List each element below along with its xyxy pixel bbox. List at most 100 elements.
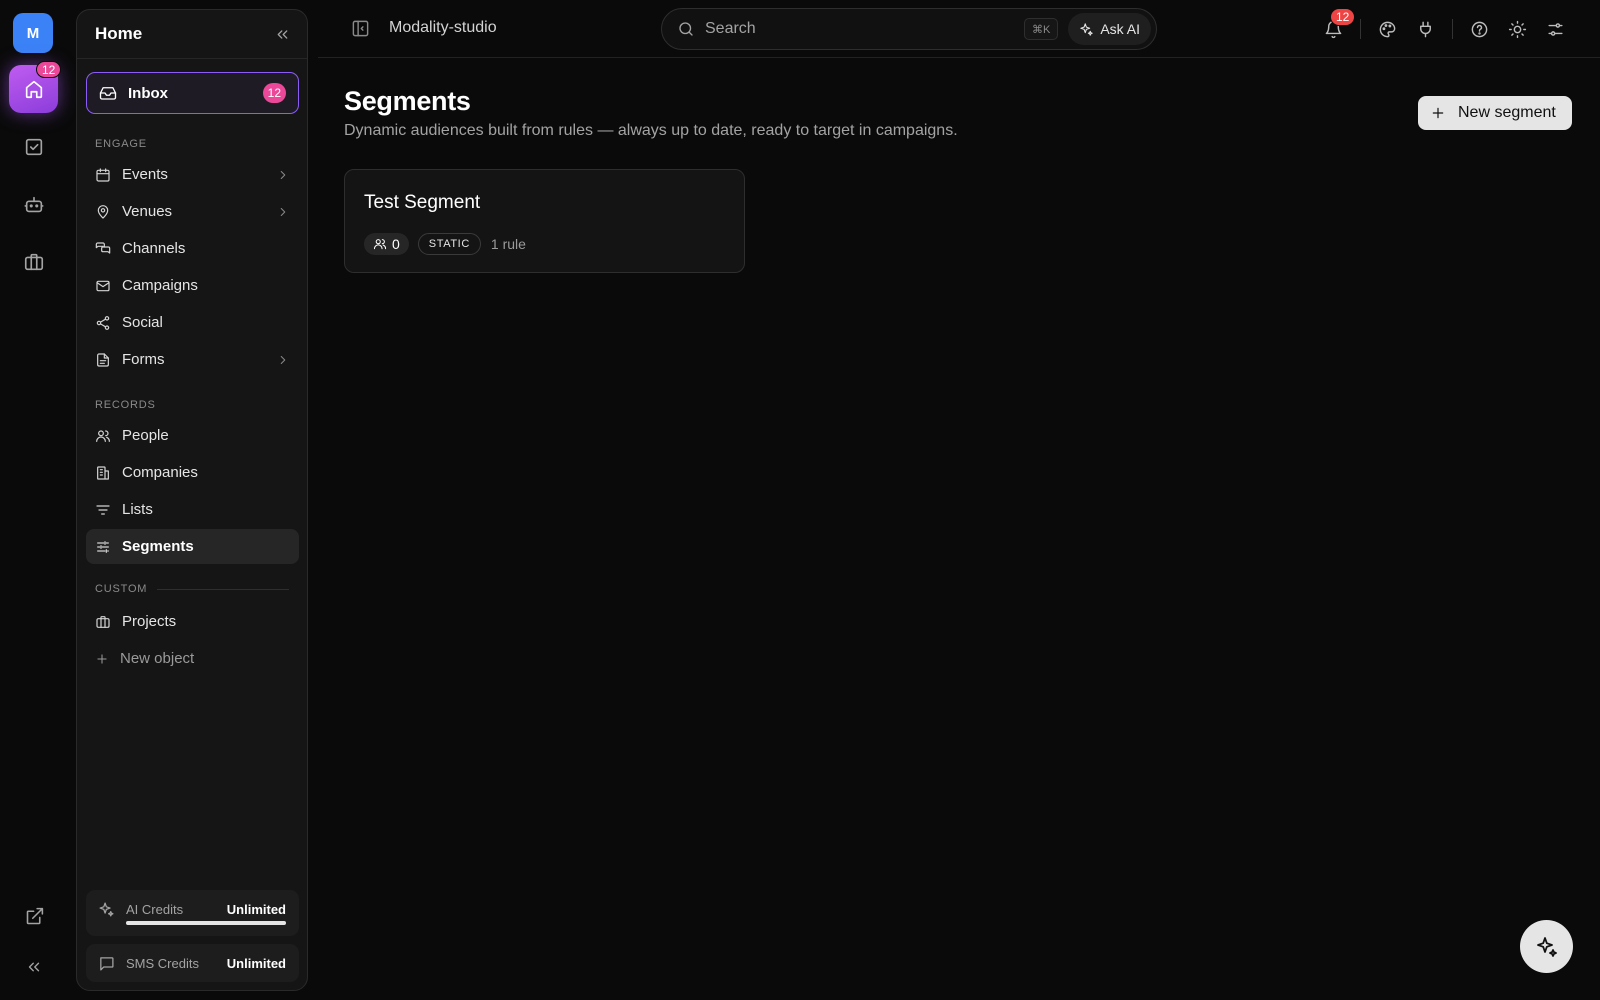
app-rail: M 12 — [0, 0, 68, 1000]
sms-credits-row: SMS Credits Unlimited — [98, 944, 286, 982]
map-pin-icon — [97, 204, 109, 219]
search-icon — [679, 22, 693, 36]
rail-home-badge: 12 — [36, 61, 62, 78]
member-count-badge: 0 — [364, 233, 409, 255]
ai-credits-value: Unlimited — [226, 901, 286, 917]
rail-bot-button[interactable] — [19, 190, 49, 220]
sliders-icon — [97, 540, 109, 553]
sidebar-item-lists[interactable]: Lists — [86, 492, 299, 527]
theme-toggle-button[interactable] — [1506, 18, 1528, 40]
segment-name: Test Segment — [364, 192, 481, 213]
sliders-icon — [1547, 22, 1563, 36]
chevron-right-icon — [280, 170, 286, 179]
ai-credits-panel: AI Credits Unlimited — [86, 890, 299, 936]
section-label-custom: CUSTOM — [95, 583, 148, 595]
divider — [1360, 19, 1361, 39]
integrations-button[interactable] — [1414, 18, 1436, 40]
sidebar-item-campaigns[interactable]: Campaigns — [86, 268, 299, 303]
member-count: 0 — [392, 236, 400, 252]
chevron-right-icon — [280, 355, 286, 364]
top-bar: Modality-studio Search ⌘K Ask AI 12 — [318, 0, 1600, 58]
tasks-icon — [25, 138, 43, 156]
sms-credits-value: Unlimited — [226, 955, 286, 971]
workspace-avatar[interactable]: M — [13, 13, 53, 53]
chat-icon — [95, 241, 111, 254]
sidebar-item-label: Campaigns — [122, 277, 198, 294]
inbox-icon — [99, 87, 117, 100]
sidebar-collapse-button[interactable] — [274, 26, 291, 43]
rail-tasks-button[interactable] — [19, 132, 49, 162]
rule-count: 1 rule — [490, 236, 526, 252]
ai-assistant-button[interactable] — [1520, 920, 1573, 973]
sidebar-item-inbox[interactable]: Inbox 12 — [86, 72, 299, 114]
sun-icon — [1508, 20, 1526, 38]
new-object-label: New object — [120, 650, 195, 667]
segment-card[interactable]: Test Segment 0 STATIC 1 rule — [344, 169, 745, 273]
users-icon — [96, 429, 110, 442]
sidebar-item-forms[interactable]: Forms — [86, 342, 299, 377]
sidebar-header: Home — [77, 10, 307, 59]
sidebar-item-label: Venues — [122, 203, 173, 220]
ai-credits-label: AI Credits — [126, 901, 184, 917]
building-icon — [97, 465, 109, 480]
search-shortcut-hint: ⌘K — [1023, 18, 1059, 40]
users-icon — [373, 239, 387, 250]
sms-credits-label: SMS Credits — [126, 955, 199, 971]
page-subtitle: Dynamic audiences built from rules — alw… — [344, 122, 958, 139]
rail-external-link-button[interactable] — [19, 901, 49, 931]
search-bar[interactable]: Search ⌘K Ask AI — [661, 8, 1157, 50]
settings-button[interactable] — [1544, 18, 1566, 40]
sidebar: Home Inbox 12 ENGAGE Events Venues Chann… — [76, 9, 308, 991]
sidebar-item-label: People — [122, 427, 169, 444]
chevrons-left-icon — [277, 29, 288, 39]
workspace-name[interactable]: Modality-studio — [389, 19, 497, 37]
message-icon — [100, 956, 114, 971]
new-segment-label: New segment — [1458, 104, 1556, 121]
rail-collapse-button[interactable] — [19, 952, 49, 982]
sidebar-item-venues[interactable]: Venues — [86, 194, 299, 229]
theme-palette-button[interactable] — [1376, 18, 1398, 40]
bot-icon — [24, 196, 44, 213]
panel-left-icon — [352, 20, 369, 37]
chevrons-left-icon — [28, 962, 40, 972]
palette-icon — [1379, 21, 1395, 37]
inbox-count-badge: 12 — [262, 83, 286, 103]
page-title: Segments — [344, 86, 471, 116]
divider — [1452, 19, 1453, 39]
briefcase-icon — [96, 615, 110, 628]
section-divider — [157, 589, 289, 590]
sidebar-item-label: Companies — [122, 464, 198, 481]
toggle-sidebar-button[interactable] — [351, 19, 370, 38]
sparkles-icon — [1080, 22, 1093, 36]
sidebar-item-label: Segments — [122, 538, 194, 555]
external-link-icon — [26, 907, 43, 924]
rail-projects-button[interactable] — [19, 247, 49, 277]
sidebar-item-people[interactable]: People — [86, 418, 299, 453]
segment-type-badge: STATIC — [417, 233, 481, 255]
ai-credits-progress-fill — [126, 921, 286, 925]
mail-icon — [96, 280, 110, 291]
search-input[interactable]: Search — [705, 20, 756, 38]
help-button[interactable] — [1468, 18, 1490, 40]
calendar-icon — [96, 167, 110, 182]
ask-ai-button[interactable]: Ask AI — [1068, 13, 1151, 45]
sidebar-item-channels[interactable]: Channels — [86, 231, 299, 266]
section-label-records: RECORDS — [95, 399, 156, 411]
sidebar-item-events[interactable]: Events — [86, 157, 299, 192]
plus-icon — [1432, 107, 1444, 119]
new-object-button[interactable]: New object — [86, 641, 299, 676]
sidebar-item-segments[interactable]: Segments — [86, 529, 299, 564]
section-label-engage: ENGAGE — [95, 138, 147, 150]
sidebar-item-label: Forms — [122, 351, 165, 368]
home-icon — [25, 80, 42, 99]
help-icon — [1471, 21, 1487, 37]
sidebar-item-projects[interactable]: Projects — [86, 604, 299, 639]
new-segment-button[interactable]: New segment — [1418, 96, 1572, 130]
sidebar-item-label: Social — [122, 314, 163, 331]
sidebar-item-label: Inbox — [128, 84, 168, 102]
sidebar-item-companies[interactable]: Companies — [86, 455, 299, 490]
chevron-right-icon — [280, 207, 286, 216]
sidebar-item-social[interactable]: Social — [86, 305, 299, 340]
notification-count-badge: 12 — [1330, 8, 1356, 26]
sidebar-item-label: Projects — [122, 613, 177, 630]
